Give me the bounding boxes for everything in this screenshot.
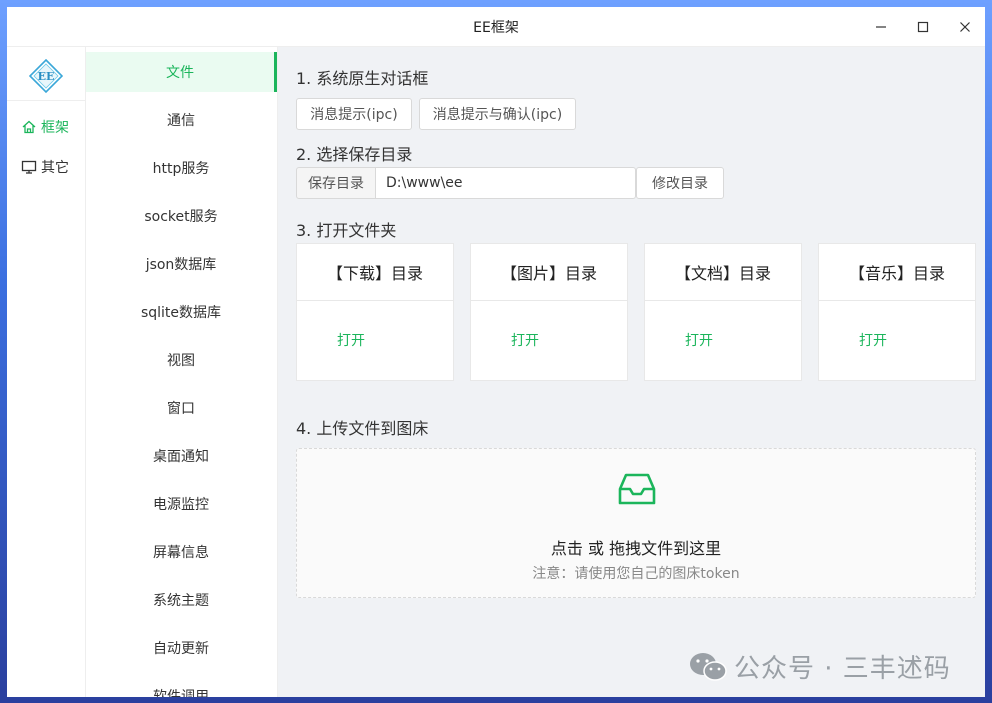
close-icon xyxy=(960,22,970,32)
save-dir-addon: 保存目录 xyxy=(296,167,376,199)
inbox-icon xyxy=(618,473,656,505)
main-content: 1. 系统原生对话框 消息提示(ipc) 消息提示与确认(ipc) 2. 选择保… xyxy=(285,47,985,697)
menu-item-screen-info[interactable]: 屏幕信息 xyxy=(86,532,276,572)
folder-card-pictures: 【图片】目录 打开 xyxy=(470,243,628,381)
rail-item-label: 框架 xyxy=(41,120,69,136)
menu-item-window[interactable]: 窗口 xyxy=(86,388,276,428)
save-dir-field: 保存目录 D:\www\ee xyxy=(296,167,636,199)
close-button[interactable] xyxy=(943,7,985,47)
folder-card-downloads: 【下载】目录 打开 xyxy=(296,243,454,381)
app-logo-icon: EE xyxy=(29,59,63,93)
rail-divider xyxy=(7,100,86,101)
open-link[interactable]: 打开 xyxy=(859,330,887,350)
change-dir-button[interactable]: 修改目录 xyxy=(636,167,724,199)
section-title-dialog: 1. 系统原生对话框 xyxy=(296,69,429,88)
minimize-button[interactable] xyxy=(859,7,903,47)
folder-card-documents: 【文档】目录 打开 xyxy=(644,243,802,381)
card-title: 【文档】目录 xyxy=(645,244,801,301)
maximize-button[interactable] xyxy=(901,7,945,47)
title-bar: EE框架 xyxy=(7,7,985,47)
monitor-icon xyxy=(21,160,37,174)
minimize-icon xyxy=(876,26,886,28)
menu-item-socket[interactable]: socket服务 xyxy=(86,196,276,236)
home-icon xyxy=(22,120,36,134)
menu-item-auto-update[interactable]: 自动更新 xyxy=(86,628,276,668)
section-title-open-folder: 3. 打开文件夹 xyxy=(296,221,397,240)
watermark: 公众号 · 三丰述码 xyxy=(688,648,951,685)
menu-item-theme[interactable]: 系统主题 xyxy=(86,580,276,620)
maximize-icon xyxy=(917,21,929,33)
menu-item-sqlite-db[interactable]: sqlite数据库 xyxy=(86,292,276,332)
menu-item-json-db[interactable]: json数据库 xyxy=(86,244,276,284)
menu-item-file[interactable]: 文件 xyxy=(86,52,277,92)
section-title-save-dir: 2. 选择保存目录 xyxy=(296,145,413,164)
content-gutter xyxy=(278,47,285,697)
dropzone-text: 点击 或 拖拽文件到这里 xyxy=(550,539,722,558)
menu-item-view[interactable]: 视图 xyxy=(86,340,276,380)
side-menu: 文件 通信 http服务 socket服务 json数据库 sqlite数据库 … xyxy=(86,47,278,697)
message-confirm-ipc-button[interactable]: 消息提示与确认(ipc) xyxy=(419,98,576,130)
rail-item-framework[interactable]: 框架 xyxy=(21,115,69,139)
menu-item-software-call[interactable]: 软件调用 xyxy=(86,676,276,697)
open-link[interactable]: 打开 xyxy=(337,330,365,350)
open-link[interactable]: 打开 xyxy=(511,330,539,350)
save-dir-input[interactable]: D:\www\ee xyxy=(376,167,636,199)
svg-text:EE: EE xyxy=(38,70,55,83)
folder-card-music: 【音乐】目录 打开 xyxy=(818,243,976,381)
app-window: EE框架 EE 框架 其它 文件 通信 http服务 socket服务 json… xyxy=(7,7,985,697)
rail-item-label: 其它 xyxy=(41,160,69,176)
open-link[interactable]: 打开 xyxy=(685,330,713,350)
menu-item-notification[interactable]: 桌面通知 xyxy=(86,436,276,476)
menu-item-power-monitor[interactable]: 电源监控 xyxy=(86,484,276,524)
watermark-text: 公众号 · 三丰述码 xyxy=(734,654,951,684)
dropzone-hint: 注意：请使用您自己的图床token xyxy=(532,566,740,582)
upload-dropzone[interactable]: 点击 或 拖拽文件到这里 注意：请使用您自己的图床token xyxy=(296,448,976,598)
card-title: 【图片】目录 xyxy=(471,244,627,301)
menu-item-communication[interactable]: 通信 xyxy=(86,100,276,140)
section-title-upload: 4. 上传文件到图床 xyxy=(296,419,429,438)
icon-rail: EE 框架 其它 xyxy=(7,47,86,697)
message-ipc-button[interactable]: 消息提示(ipc) xyxy=(296,98,412,130)
window-title: EE框架 xyxy=(473,19,519,36)
wechat-icon xyxy=(690,652,727,681)
menu-item-http[interactable]: http服务 xyxy=(86,148,276,188)
card-title: 【下载】目录 xyxy=(297,244,453,301)
card-title: 【音乐】目录 xyxy=(819,244,975,301)
rail-item-other[interactable]: 其它 xyxy=(21,155,69,179)
